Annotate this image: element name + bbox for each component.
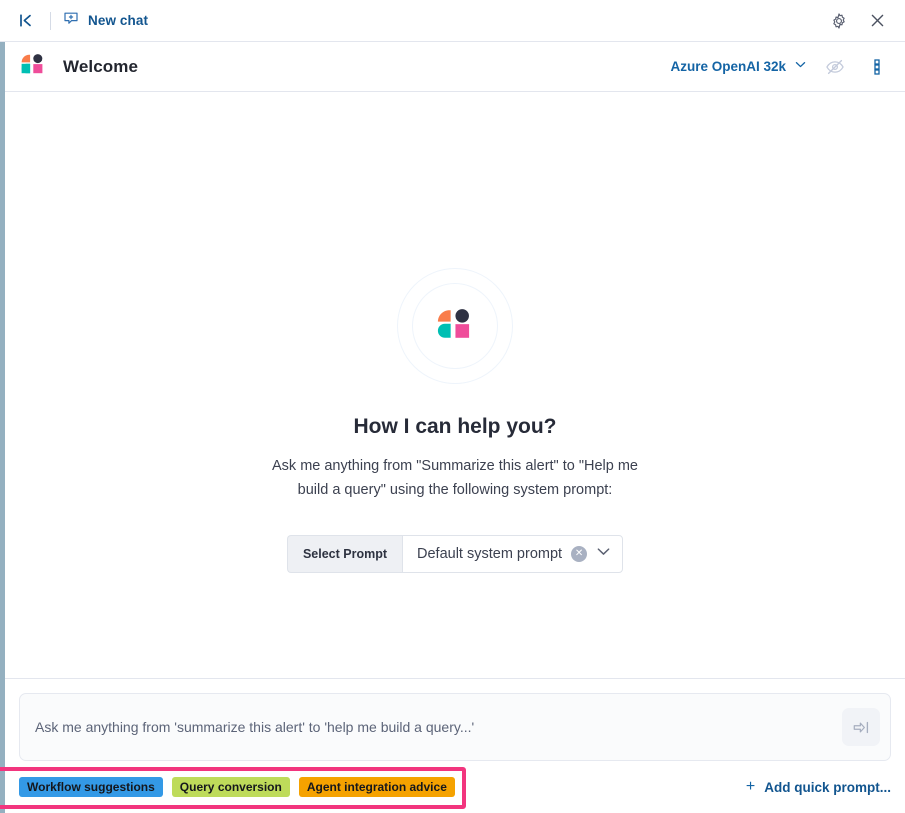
add-quick-prompt-button[interactable]: + Add quick prompt...	[746, 778, 891, 796]
system-prompt-selector: Select Prompt Default system prompt ✕	[287, 535, 623, 573]
welcome-hero: How I can help you? Ask me anything from…	[5, 92, 905, 678]
collapse-left-icon[interactable]	[12, 8, 38, 34]
hero-title: How I can help you?	[353, 415, 556, 439]
hero-logo-rings	[397, 268, 513, 384]
message-input-placeholder: Ask me anything from 'summarize this ale…	[20, 719, 474, 735]
quick-prompt-chip[interactable]: Agent integration advice	[299, 777, 455, 797]
quick-prompt-chip[interactable]: Workflow suggestions	[19, 777, 163, 797]
quick-prompt-chips: Workflow suggestions Query conversion Ag…	[19, 777, 455, 797]
quick-prompt-chip-label: Query conversion	[180, 780, 282, 794]
new-chat-button[interactable]: New chat	[63, 10, 148, 31]
titlebar-left-group: New chat	[0, 8, 148, 34]
composer-area: Ask me anything from 'summarize this ale…	[5, 678, 905, 761]
more-vertical-icon[interactable]	[863, 53, 891, 81]
page-title: Welcome	[63, 57, 138, 77]
header-right-group: Azure OpenAI 32k	[670, 53, 891, 81]
brand-group: Welcome	[19, 50, 138, 83]
clear-circle-icon[interactable]: ✕	[571, 546, 587, 562]
quick-prompts-bar: Workflow suggestions Query conversion Ag…	[5, 761, 905, 813]
hero-subtitle: Ask me anything from "Summarize this ale…	[265, 454, 645, 502]
app-logo-icon	[434, 303, 476, 350]
message-input-container[interactable]: Ask me anything from 'summarize this ale…	[19, 693, 891, 761]
new-chat-label: New chat	[88, 13, 148, 28]
select-prompt-label[interactable]: Select Prompt	[287, 535, 402, 573]
quick-prompt-chip-label: Workflow suggestions	[27, 780, 155, 794]
model-selector[interactable]: Azure OpenAI 32k	[670, 58, 807, 76]
app-logo-icon	[19, 50, 47, 83]
chat-assistant-window: New chat	[0, 0, 905, 813]
add-quick-prompt-label: Add quick prompt...	[764, 780, 891, 795]
eye-off-icon[interactable]	[821, 53, 849, 81]
chevron-down-icon	[794, 58, 807, 76]
select-prompt-dropdown[interactable]: Default system prompt ✕	[402, 535, 623, 573]
close-icon[interactable]	[863, 7, 891, 35]
hero-logo-ring-inner	[412, 283, 498, 369]
plus-icon: +	[746, 778, 755, 796]
titlebar-divider	[50, 12, 51, 30]
model-selector-label: Azure OpenAI 32k	[670, 59, 786, 74]
titlebar-right-group	[825, 7, 905, 35]
window-titlebar: New chat	[0, 0, 905, 42]
select-prompt-value: Default system prompt	[417, 546, 562, 562]
assistant-panel: Welcome Azure OpenAI 32k	[0, 42, 905, 813]
quick-prompt-chip-label: Agent integration advice	[307, 780, 447, 794]
send-arrow-icon[interactable]	[842, 708, 880, 746]
panel-header: Welcome Azure OpenAI 32k	[5, 42, 905, 92]
quick-prompt-chip[interactable]: Query conversion	[172, 777, 290, 797]
chevron-down-icon	[596, 544, 611, 564]
chat-bubble-plus-icon	[63, 10, 79, 31]
gear-icon[interactable]	[825, 7, 853, 35]
